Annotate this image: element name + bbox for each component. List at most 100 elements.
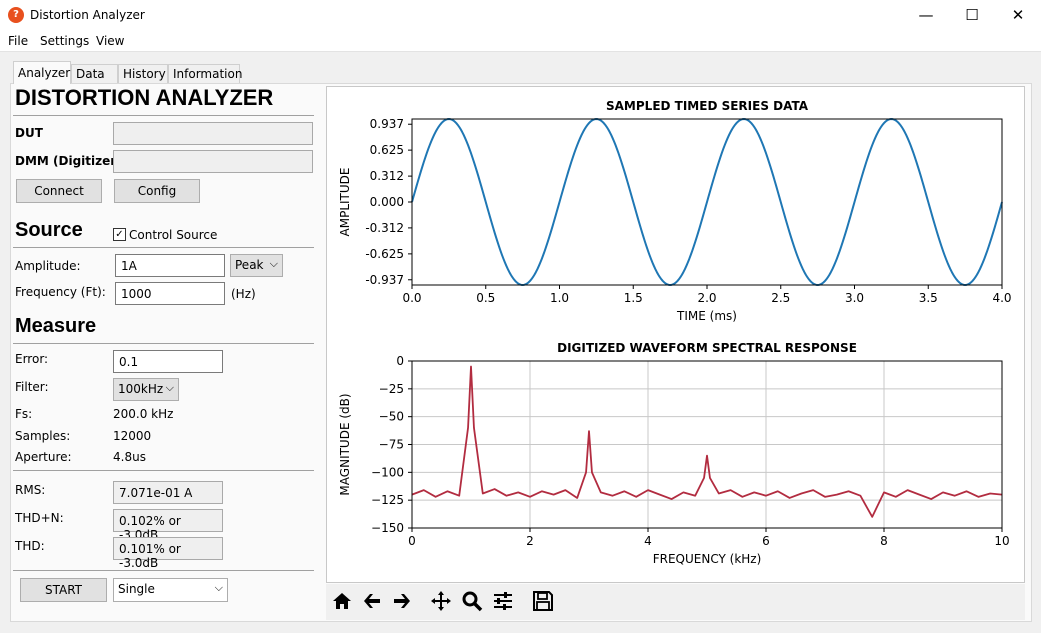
x-tick-label: 2.5 [771,291,790,305]
tab-information[interactable]: Information [168,64,242,83]
tab-history[interactable]: History [118,64,168,83]
dut-label: DUT [15,126,43,140]
x-tick-label: 10 [994,534,1009,548]
amplitude-mode-value: Peak [235,258,264,272]
y-tick-label: −125 [371,493,404,507]
x-axis-label: TIME (ms) [676,309,737,323]
thd-label: THD: [15,539,45,553]
config-button[interactable]: Config [114,179,200,203]
aperture-value: 4.8us [113,450,146,464]
plot-toolbar [326,584,1025,620]
y-tick-label: −100 [371,465,404,479]
y-tick-label: 0 [396,354,404,368]
back-arrow-icon[interactable] [360,589,384,613]
amplitude-input[interactable]: 1A [115,254,225,277]
forward-arrow-icon[interactable] [390,589,414,613]
menu-bar: File Settings View [0,31,1041,51]
divider [13,115,314,116]
menu-separator [0,51,1041,52]
x-tick-label: 1.0 [550,291,569,305]
samples-label: Samples: [15,429,71,443]
x-tick-label: 4.0 [992,291,1011,305]
measure-heading: Measure [15,315,97,337]
y-axis-label: MAGNITUDE (dB) [338,393,352,495]
x-tick-label: 1.5 [624,291,643,305]
window-title: Distortion Analyzer [30,8,145,22]
x-tick-label: 0 [408,534,416,548]
y-tick-label: −150 [371,521,404,535]
frequency-unit: (Hz) [231,287,256,301]
app-icon: ? [8,7,24,23]
subplots-icon[interactable] [491,589,515,613]
fs-label: Fs: [15,407,33,421]
divider [13,343,314,344]
tab-analyzer[interactable]: Analyzer [13,61,71,84]
filter-select[interactable]: 100kHz ⌵ [113,378,179,401]
y-tick-label: 0.937 [370,117,404,131]
dut-field[interactable] [113,122,313,145]
x-axis-label: FREQUENCY (kHz) [653,552,762,566]
divider [13,247,314,248]
dmm-label: DMM (Digitizer) [15,154,122,168]
frequency-label: Frequency (Ft): [15,285,106,299]
connect-button[interactable]: Connect [16,179,102,203]
samples-value: 12000 [113,429,152,443]
tab-data[interactable]: Data [71,64,118,83]
zoom-icon[interactable] [460,589,484,613]
chart-title: DIGITIZED WAVEFORM SPECTRAL RESPONSE [557,341,857,355]
minimize-button[interactable]: — [903,0,949,31]
dmm-field[interactable] [113,150,313,173]
filter-label: Filter: [15,380,49,394]
thdn-field: 0.102% or -3.0dB [113,509,223,542]
menu-view[interactable]: View [96,34,124,48]
error-label: Error: [15,352,49,366]
x-tick-label: 3.0 [845,291,864,305]
plot-figure: SAMPLED TIMED SERIES DATA 0.0 0.5 1.0 1.5 2.0… [338,99,1012,566]
thdn-label: THD+N: [15,511,64,525]
x-tick-label: 8 [880,534,888,548]
frequency-input[interactable]: 1000 [115,282,225,305]
error-input[interactable]: 0.1 [113,350,223,373]
menu-file[interactable]: File [8,34,28,48]
y-tick-label: 0.000 [370,195,404,209]
chevron-down-icon: ⌵ [269,257,278,270]
control-source-checkbox[interactable]: ✓ [113,228,126,241]
thd-field: 0.101% or -3.0dB [113,537,223,570]
amplitude-label: Amplitude: [15,259,81,273]
y-tick-label: 0.312 [370,169,404,183]
fs-value: 200.0 kHz [113,407,174,421]
pan-icon[interactable] [429,589,453,613]
y-tick-label: −75 [379,438,404,452]
y-tick-label: −25 [379,382,404,396]
y-tick-label: -0.625 [365,247,404,261]
plot-canvas[interactable]: SAMPLED TIMED SERIES DATA 0.0 0.5 1.0 1.5 2.0… [326,86,1025,583]
x-tick-label: 0.0 [402,291,421,305]
x-tick-label: 3.5 [919,291,938,305]
series-line [411,118,1003,286]
divider [13,470,314,471]
close-button[interactable]: ✕ [995,0,1041,31]
chevron-down-icon: ⌵ [165,381,174,394]
title-bar: ? Distortion Analyzer — ☐ ✕ [0,0,1041,31]
y-tick-label: -0.937 [365,273,404,287]
maximize-button[interactable]: ☐ [949,0,995,31]
source-heading: Source [15,219,83,241]
x-tick-label: 6 [762,534,770,548]
rms-field: 7.071e-01 A [113,481,223,504]
amplitude-mode-select[interactable]: Peak ⌵ [230,254,283,277]
y-axis-label: AMPLITUDE [338,168,352,237]
x-tick-label: 0.5 [476,291,495,305]
aperture-label: Aperture: [15,450,72,464]
chart-title: SAMPLED TIMED SERIES DATA [606,99,809,113]
start-button[interactable]: START [20,578,107,602]
home-icon[interactable] [330,589,354,613]
y-tick-label: −50 [379,410,404,424]
run-mode-select[interactable]: Single ⌵ [113,578,228,602]
rms-label: RMS: [15,483,46,497]
divider [13,570,314,571]
x-tick-label: 4 [644,534,652,548]
menu-settings[interactable]: Settings [40,34,89,48]
save-icon[interactable] [531,589,555,613]
y-tick-label: -0.312 [365,221,404,235]
y-tick-label: 0.625 [370,143,404,157]
